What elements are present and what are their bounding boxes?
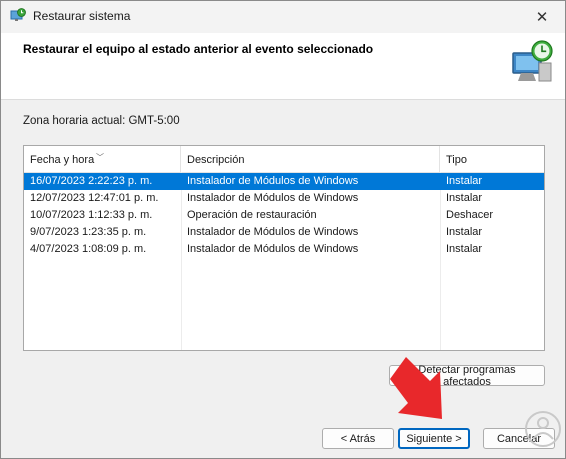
empty-row — [24, 258, 544, 275]
wizard-header: Restaurar el equipo al estado anterior a… — [1, 33, 565, 100]
cell-type: Instalar — [446, 226, 483, 238]
cell-description: Operación de restauración — [187, 209, 317, 221]
empty-row — [24, 326, 544, 343]
column-type-label: Tipo — [446, 154, 467, 166]
back-button[interactable]: < Atrás — [322, 428, 394, 449]
cell-description: Instalador de Módulos de Windows — [187, 192, 359, 204]
table-row[interactable]: 4/07/2023 1:08:09 p. m. Instalador de Mód… — [24, 241, 544, 258]
watermark-logo-icon — [525, 411, 561, 447]
restore-window: Restaurar sistema ✕ Restaurar el equipo … — [0, 0, 566, 459]
empty-row — [24, 309, 544, 326]
column-description-label: Descripción — [187, 154, 245, 166]
cell-date: 4/07/2023 1:08:09 p. m. — [30, 243, 147, 255]
cell-date: 10/07/2023 1:12:33 p. m. — [30, 209, 153, 221]
table-row[interactable]: 16/07/2023 2:22:23 p. m. Instalador de Mó… — [24, 173, 544, 190]
cell-date: 12/07/2023 12:47:01 p. m. — [30, 192, 159, 204]
next-button[interactable]: Siguiente > — [398, 428, 470, 449]
empty-row — [24, 292, 544, 309]
table-row[interactable]: 9/07/2023 1:23:35 p. m. Instalador de Mód… — [24, 224, 544, 241]
cell-type: Instalar — [446, 243, 483, 255]
table-row[interactable]: 10/07/2023 1:12:33 p. m. Operación de res… — [24, 207, 544, 224]
close-button[interactable]: ✕ — [519, 1, 565, 33]
cell-description: Instalador de Módulos de Windows — [187, 175, 359, 187]
window-title: Restaurar sistema — [33, 9, 131, 23]
list-body: 16/07/2023 2:22:23 p. m. Instalador de Mó… — [24, 173, 544, 350]
table-row[interactable]: 12/07/2023 12:47:01 p. m. Instalador de M… — [24, 190, 544, 207]
close-icon: ✕ — [535, 9, 549, 26]
title-bar[interactable]: Restaurar sistema ✕ — [1, 1, 565, 33]
empty-row — [24, 275, 544, 292]
cell-type: Deshacer — [446, 209, 494, 221]
cell-description: Instalador de Módulos de Windows — [187, 243, 359, 255]
cell-description: Instalador de Módulos de Windows — [187, 226, 359, 238]
column-date[interactable]: ﹀ Fecha y hora — [24, 146, 181, 172]
timezone-label: Zona horaria actual: GMT-5:00 — [23, 115, 180, 127]
cell-date: 16/07/2023 2:22:23 p. m. — [30, 175, 153, 187]
list-header: ﹀ Fecha y hora Descripción Tipo — [24, 146, 544, 173]
cell-type: Instalar — [446, 175, 483, 187]
page-title: Restaurar el equipo al estado anterior a… — [23, 42, 374, 56]
red-arrow-annotation — [390, 357, 442, 419]
restore-points-list[interactable]: ﹀ Fecha y hora Descripción Tipo 16/07/20… — [23, 145, 545, 351]
cell-type: Instalar — [446, 192, 483, 204]
column-description[interactable]: Descripción — [181, 146, 440, 172]
cell-date: 9/07/2023 1:23:35 p. m. — [30, 226, 147, 238]
column-date-label: Fecha y hora — [30, 154, 95, 166]
system-restore-icon — [10, 8, 26, 21]
restore-monitor-icon — [512, 40, 553, 82]
empty-row — [24, 343, 544, 350]
sort-chevron-icon: ﹀ — [96, 153, 104, 162]
column-type[interactable]: Tipo — [440, 146, 544, 172]
